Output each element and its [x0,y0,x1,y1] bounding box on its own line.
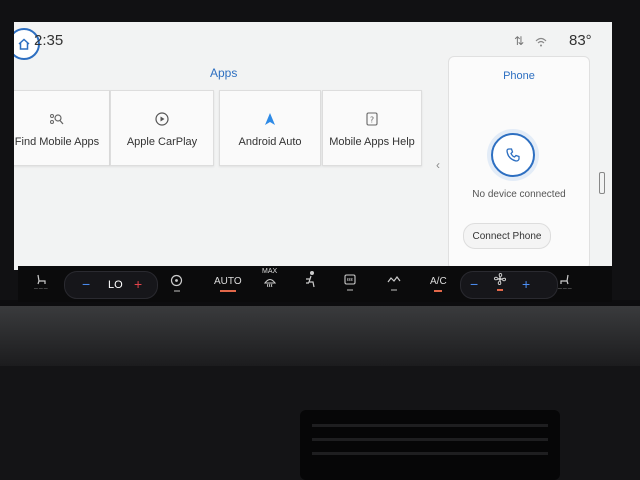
level-dots: ‒‒‒ [558,285,573,292]
fan-level-indicator [497,289,503,291]
phone-icon [506,148,520,162]
driver-temp-value: LO [108,279,123,291]
vent-slat [312,438,548,441]
recirculation-icon [387,276,401,283]
recirculation-button[interactable] [386,274,402,291]
scroll-handle[interactable] [599,172,605,194]
max-defrost-button[interactable]: MAX [262,268,277,287]
fan-down-button[interactable]: − [470,276,478,292]
ac-indicator [434,290,443,292]
outside-temperature: 83° [569,32,592,49]
level-dots: ‒‒‒ [34,285,49,292]
minus-icon: − [82,276,91,292]
sync-arrows-icon: ⇅ [514,34,529,48]
dashboard-trim [0,306,640,366]
search-apps-icon [49,108,65,130]
plus-icon: + [134,276,143,292]
ac-button[interactable]: A/C [430,276,447,292]
tile-android-auto[interactable]: Android Auto [219,90,321,166]
fan-up-button[interactable]: + [522,276,530,292]
android-auto-icon [264,108,276,130]
driver-temp-up-button[interactable]: + [134,276,142,292]
tile-apple-carplay[interactable]: Apple CarPlay [110,90,214,166]
max-label: MAX [262,268,278,275]
collapse-chevron-icon[interactable]: ‹ [436,158,440,172]
tile-label: Mobile Apps Help [329,136,415,148]
phone-status-text: No device connected [472,189,566,200]
fan-icon [493,272,507,286]
auto-climate-button[interactable]: AUTO [214,276,242,292]
plus-icon: + [522,276,531,292]
tile-label: Find Mobile Apps [14,136,100,148]
indicator [391,289,397,291]
airflow-person-icon [306,271,315,288]
apps-section-title: Apps [210,66,238,80]
tile-mobile-apps-help[interactable]: ? Mobile Apps Help [322,90,422,166]
svg-text:?: ? [370,116,374,125]
wifi-icon [535,37,547,47]
help-box-icon: ? [366,108,378,130]
fan-speed-indicator [493,272,507,291]
driver-temp-down-button[interactable]: − [82,276,90,292]
infotainment-screen: 2:35 ⇅ 83° Apps Find Mobile Apps Apple C [14,22,612,270]
minus-icon: − [470,276,479,292]
phone-panel: Phone No device connected Connect Phone [448,56,590,270]
rear-defrost-icon [344,274,356,285]
tile-label: Apple CarPlay [126,136,198,148]
heated-seat-right-button[interactable]: ‒‒‒ [558,274,573,292]
phone-button[interactable] [491,133,535,177]
steering-wheel-icon [170,274,183,287]
defrost-icon [263,278,276,287]
indicator [347,289,353,291]
auto-label: AUTO [214,276,242,287]
auto-indicator [219,290,236,292]
phone-panel-title: Phone [503,70,535,82]
indicator [173,290,180,292]
connect-phone-button[interactable]: Connect Phone [463,223,551,249]
tile-find-mobile-apps[interactable]: Find Mobile Apps [14,90,110,166]
rear-defrost-button[interactable] [344,274,356,291]
heated-seat-left-button[interactable]: ‒‒‒ [34,274,49,292]
climate-bar: ‒‒‒ − LO + AUTO MAX A/C − + ‒‒‒ [18,266,612,302]
tile-label: Android Auto [238,136,302,148]
steering-heat-button[interactable] [170,274,183,292]
play-circle-icon [155,108,169,130]
clock: 2:35 [34,32,64,49]
status-icons: ⇅ [514,34,547,48]
home-icon [18,38,30,50]
ac-label: A/C [430,276,447,287]
air-vent [300,410,560,480]
driver-airflow-button[interactable] [304,270,318,290]
vent-slat [312,452,548,455]
vent-slat [312,424,548,427]
